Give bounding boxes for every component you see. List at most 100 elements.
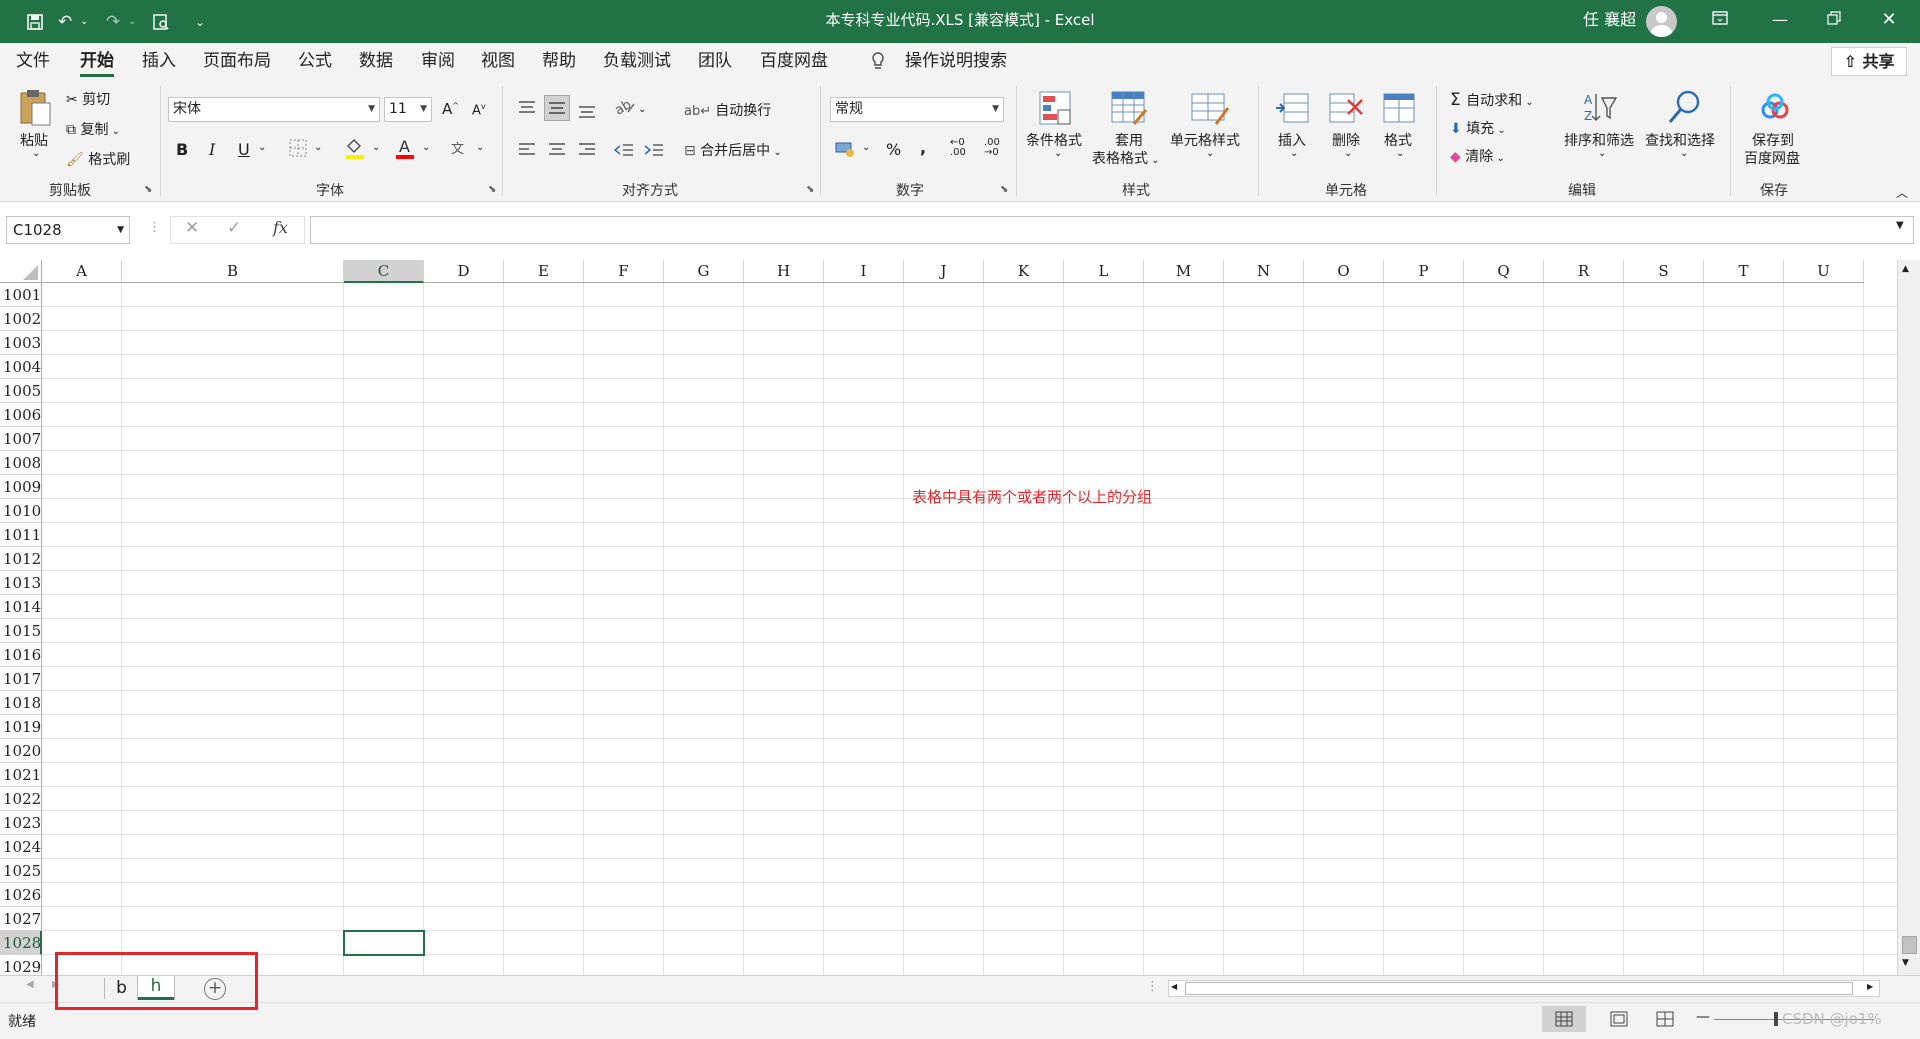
autosum-button[interactable]: Σ 自动求和 ⌄	[1450, 90, 1534, 110]
scroll-right-icon[interactable]: ▶	[1867, 982, 1873, 991]
merge-center-button[interactable]: ⊟ 合并后居中 ⌄	[684, 140, 782, 160]
align-bottom-icon[interactable]	[578, 104, 596, 124]
column-header-l[interactable]: L	[1064, 260, 1144, 283]
tab-file[interactable]: 文件	[16, 43, 50, 80]
number-launcher-icon[interactable]: ⬊	[1000, 184, 1008, 195]
underline-dropdown-icon[interactable]: ⌄	[258, 142, 266, 153]
sort-dropdown-icon[interactable]: ⌄	[1598, 148, 1606, 159]
tab-formulas[interactable]: 公式	[298, 43, 332, 80]
column-header-a[interactable]: A	[42, 260, 122, 283]
formula-input[interactable]	[310, 216, 1914, 244]
conditional-formatting-label[interactable]: 条件格式	[1026, 130, 1082, 150]
row-header-1007[interactable]: 1007	[0, 427, 42, 451]
align-left-icon[interactable]	[518, 142, 536, 162]
column-header-j[interactable]: J	[904, 260, 984, 283]
zoom-slider-thumb[interactable]	[1774, 1012, 1778, 1026]
comma-style-icon[interactable]: ,	[920, 138, 926, 157]
cell-styles-dropdown-icon[interactable]: ⌄	[1206, 148, 1214, 159]
row-header-1004[interactable]: 1004	[0, 355, 42, 379]
tab-help[interactable]: 帮助	[542, 43, 576, 80]
scroll-left-icon[interactable]: ◀	[1171, 982, 1177, 991]
tab-page-layout[interactable]: 页面布局	[203, 43, 271, 80]
minimize-icon[interactable]: —	[1753, 0, 1807, 43]
increase-decimal-icon[interactable]: ←0.00	[950, 138, 966, 158]
find-select-icon[interactable]	[1666, 88, 1702, 130]
scroll-up-icon[interactable]: ▲	[1902, 264, 1909, 274]
percent-icon[interactable]: %	[886, 140, 901, 159]
column-header-t[interactable]: T	[1704, 260, 1784, 283]
horizontal-scrollbar[interactable]: ◀ ▶	[1168, 980, 1880, 997]
row-header-1019[interactable]: 1019	[0, 715, 42, 739]
format-as-table-icon[interactable]	[1110, 90, 1148, 130]
row-header-1018[interactable]: 1018	[0, 691, 42, 715]
align-center-icon[interactable]	[548, 142, 566, 162]
column-header-e[interactable]: E	[504, 260, 584, 283]
sort-filter-label[interactable]: 排序和筛选	[1564, 130, 1634, 150]
row-header-1021[interactable]: 1021	[0, 763, 42, 787]
insert-cells-icon[interactable]	[1274, 90, 1310, 130]
format-as-table-label1[interactable]: 套用	[1115, 130, 1143, 150]
worksheet-grid[interactable]: ABCDEFGHIJKLMNOPQRSTU 1001 1002 1003 1004 10…	[0, 260, 1920, 975]
cancel-entry-icon[interactable]: ✕	[185, 218, 199, 238]
avatar[interactable]	[1646, 6, 1677, 37]
font-color-dropdown-icon[interactable]: ⌄	[422, 142, 430, 153]
tab-team[interactable]: 团队	[698, 43, 732, 80]
row-header-1022[interactable]: 1022	[0, 787, 42, 811]
row-header-1008[interactable]: 1008	[0, 451, 42, 475]
name-box[interactable]: C1028 ▼	[6, 216, 130, 244]
tab-insert[interactable]: 插入	[142, 43, 176, 80]
column-header-q[interactable]: Q	[1464, 260, 1544, 283]
insert-dropdown-icon[interactable]: ⌄	[1290, 148, 1298, 159]
delete-cells-label[interactable]: 删除	[1332, 130, 1360, 150]
paste-dropdown-icon[interactable]: ⌄	[32, 148, 40, 159]
align-top-icon[interactable]	[518, 100, 536, 120]
bold-button[interactable]: B	[176, 140, 188, 159]
cell-styles-label[interactable]: 单元格样式	[1170, 130, 1240, 150]
column-header-i[interactable]: I	[824, 260, 904, 283]
find-select-label[interactable]: 查找和选择	[1645, 130, 1715, 150]
horizontal-scroll-thumb[interactable]	[1185, 982, 1853, 995]
borders-dropdown-icon[interactable]: ⌄	[314, 142, 322, 153]
column-header-f[interactable]: F	[584, 260, 664, 283]
decrease-decimal-icon[interactable]: .00 →0	[984, 138, 1000, 158]
tab-home[interactable]: 开始	[80, 43, 114, 80]
fill-color-dropdown-icon[interactable]: ⌄	[372, 142, 380, 153]
underline-button[interactable]: U	[238, 140, 250, 159]
save-to-label2[interactable]: 百度网盘	[1744, 148, 1800, 168]
align-right-icon[interactable]	[578, 142, 596, 162]
column-header-u[interactable]: U	[1784, 260, 1864, 283]
save-to-label1[interactable]: 保存到	[1752, 130, 1794, 150]
row-header-1011[interactable]: 1011	[0, 523, 42, 547]
format-as-table-label2[interactable]: 表格格式 ⌄	[1092, 148, 1160, 168]
increase-indent-icon[interactable]	[644, 142, 664, 162]
row-header-1012[interactable]: 1012	[0, 547, 42, 571]
format-painter-button[interactable]: 🖌 格式刷	[66, 149, 130, 169]
tab-load-test[interactable]: 负载测试	[603, 43, 671, 80]
share-button[interactable]: ⇧ 共享	[1831, 47, 1907, 76]
clipboard-launcher-icon[interactable]: ⬊	[144, 184, 152, 195]
column-header-d[interactable]: D	[424, 260, 504, 283]
row-header-1009[interactable]: 1009	[0, 475, 42, 499]
page-break-view-icon[interactable]	[1650, 1006, 1680, 1032]
accounting-format-icon[interactable]	[834, 140, 856, 162]
find-dropdown-icon[interactable]: ⌄	[1680, 148, 1688, 159]
tab-view[interactable]: 视图	[481, 43, 515, 80]
font-color-icon[interactable]: A	[394, 136, 416, 164]
confirm-entry-icon[interactable]: ✓	[227, 218, 241, 238]
font-size-combo[interactable]: 11 ▼	[384, 97, 432, 122]
row-header-1024[interactable]: 1024	[0, 835, 42, 859]
page-layout-view-icon[interactable]	[1604, 1006, 1634, 1032]
clear-button[interactable]: ◆ 清除 ⌄	[1450, 146, 1505, 166]
prev-sheet-icon[interactable]: ◀	[26, 979, 34, 990]
row-header-1013[interactable]: 1013	[0, 571, 42, 595]
tab-baidu-netdisk[interactable]: 百度网盘	[760, 43, 828, 80]
restore-icon[interactable]	[1807, 0, 1861, 43]
user-name[interactable]: 任 襄超	[1583, 0, 1636, 43]
column-header-b[interactable]: B	[122, 260, 344, 283]
font-name-combo[interactable]: 宋体 ▼	[168, 97, 380, 122]
row-header-1006[interactable]: 1006	[0, 403, 42, 427]
decrease-font-size-icon[interactable]: Av	[472, 102, 486, 118]
copy-button[interactable]: ⧉ 复制 ⌄	[66, 119, 120, 139]
orientation-dropdown-icon[interactable]: ⌄	[638, 104, 646, 115]
row-header-1002[interactable]: 1002	[0, 307, 42, 331]
